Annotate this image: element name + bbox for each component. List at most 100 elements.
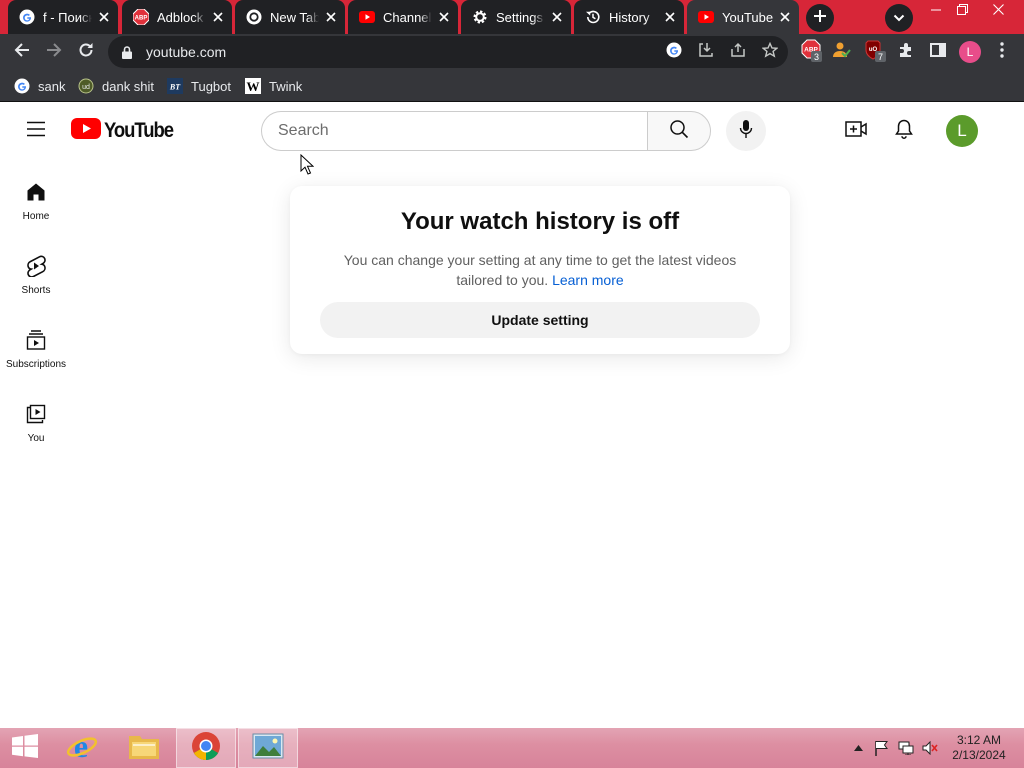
internet-explorer-taskbar-button[interactable]: e: [52, 728, 112, 768]
tab-google-search[interactable]: f - Поиск: [8, 0, 118, 34]
youtube-play-icon: [71, 118, 101, 144]
back-button[interactable]: [6, 36, 38, 68]
bookmark-star-button[interactable]: [754, 36, 786, 68]
system-clock[interactable]: 3:12 AM 2/13/2024: [944, 733, 1014, 763]
new-tab-button[interactable]: [806, 4, 834, 32]
tab-settings[interactable]: Settings: [461, 0, 571, 34]
guide-item-label: Home: [22, 211, 50, 222]
photos-taskbar-button[interactable]: [238, 728, 298, 768]
svg-text:W: W: [247, 79, 260, 94]
message-text: You can change your setting at any time …: [343, 252, 737, 288]
close-icon[interactable]: [210, 9, 226, 25]
windows-taskbar: e 3:12 AM 2/13/2024: [0, 728, 1024, 768]
tab-channel[interactable]: Channel: [348, 0, 458, 34]
guide-item-you[interactable]: You: [0, 382, 72, 456]
clock-time: 3:12 AM: [956, 733, 1002, 747]
chevron-up-icon[interactable]: [850, 740, 866, 756]
globe-icon: ud: [78, 78, 94, 94]
person-check-extension-button[interactable]: [826, 36, 858, 68]
microphone-icon: [739, 119, 753, 144]
network-icon[interactable]: [898, 740, 914, 756]
tab-title: Settings: [496, 9, 543, 25]
mouse-cursor-icon: [300, 154, 314, 175]
close-icon[interactable]: [96, 9, 112, 25]
flag-icon[interactable]: [873, 740, 889, 756]
address-bar[interactable]: youtube.com: [108, 36, 788, 68]
history-off-card: Your watch history is off You can change…: [290, 186, 790, 354]
volume-muted-icon[interactable]: [922, 740, 938, 756]
ublock-extension-button[interactable]: uO 7: [858, 36, 890, 68]
url-text: youtube.com: [146, 44, 227, 60]
bell-icon: [895, 119, 913, 144]
bookmark-tugbot[interactable]: BT Tugbot: [167, 76, 231, 96]
learn-more-link[interactable]: Learn more: [552, 272, 624, 288]
google-icon: [666, 42, 682, 63]
guide-item-home[interactable]: Home: [0, 160, 72, 234]
notifications-button[interactable]: [884, 111, 924, 151]
guide-item-subscriptions[interactable]: Subscriptions: [0, 308, 72, 382]
tab-title: Adblock Plus: [157, 9, 206, 25]
adblock-extension-button[interactable]: ABP 3: [794, 36, 826, 68]
bookmark-twink[interactable]: W Twink: [245, 76, 302, 96]
tab-strip: f - Поиск ABP Adblock Plus New Tab Chann…: [0, 0, 1024, 34]
close-icon[interactable]: [662, 9, 678, 25]
extensions-button[interactable]: [890, 36, 922, 68]
side-panel-button[interactable]: [922, 36, 954, 68]
guide-item-label: Shorts: [21, 285, 51, 296]
account-avatar[interactable]: L: [946, 115, 978, 147]
start-button[interactable]: [0, 728, 50, 768]
search-icon: [669, 119, 689, 144]
folder-icon: [128, 732, 160, 765]
search-box[interactable]: [261, 111, 648, 151]
bookmark-dank-shit[interactable]: ud dank shit: [78, 76, 154, 96]
close-icon[interactable]: [777, 9, 793, 25]
profile-button[interactable]: L: [954, 36, 986, 68]
youtube-page: YouTube L Home: [0, 102, 1024, 728]
install-icon: [698, 42, 714, 63]
screen: f - Поиск ABP Adblock Plus New Tab Chann…: [0, 0, 1024, 768]
close-icon[interactable]: [436, 9, 452, 25]
search-input[interactable]: [278, 122, 618, 140]
history-icon: [585, 9, 601, 25]
close-icon[interactable]: [549, 9, 565, 25]
svg-text:ud: ud: [82, 84, 90, 91]
bookmark-label: dank shit: [102, 78, 155, 94]
forward-button[interactable]: [38, 36, 70, 68]
file-explorer-taskbar-button[interactable]: [114, 728, 174, 768]
create-video-icon: [845, 120, 867, 142]
chrome-menu-button[interactable]: [986, 36, 1018, 68]
tab-new-tab[interactable]: New Tab: [235, 0, 345, 34]
tab-search-button[interactable]: [885, 4, 913, 32]
arrow-left-icon: [14, 42, 30, 63]
guide-item-label: Subscriptions: [5, 359, 67, 370]
restore-button[interactable]: [946, 0, 978, 22]
share-button[interactable]: [722, 36, 754, 68]
photo-viewer-icon: [252, 733, 284, 764]
install-app-button[interactable]: [690, 36, 722, 68]
tab-youtube-active[interactable]: YouTube: [687, 0, 799, 34]
svg-text:ABP: ABP: [135, 16, 148, 22]
create-button[interactable]: [836, 111, 876, 151]
tab-adblock[interactable]: ABP Adblock Plus: [122, 0, 232, 34]
search-button[interactable]: [647, 111, 711, 151]
chrome-taskbar-button[interactable]: [176, 728, 236, 768]
guide-menu-button[interactable]: [20, 115, 52, 147]
google-lens-button[interactable]: [658, 36, 690, 68]
close-icon[interactable]: [323, 9, 339, 25]
reload-button[interactable]: [70, 36, 102, 68]
youtube-logo[interactable]: YouTube: [71, 118, 182, 144]
close-window-button[interactable]: [982, 0, 1014, 22]
close-icon: [992, 2, 1004, 20]
update-setting-button[interactable]: Update setting: [320, 302, 760, 338]
tugbot-icon: BT: [167, 78, 183, 94]
star-icon: [761, 41, 779, 63]
arrow-right-icon: [46, 42, 62, 63]
guide-item-shorts[interactable]: Shorts: [0, 234, 72, 308]
tab-title: New Tab: [270, 9, 319, 25]
tab-history[interactable]: History: [574, 0, 684, 34]
hamburger-icon: [26, 121, 46, 142]
shorts-icon: [24, 254, 48, 278]
voice-search-button[interactable]: [726, 111, 766, 151]
bookmark-sank[interactable]: sank: [14, 76, 65, 96]
google-icon: [14, 78, 30, 94]
